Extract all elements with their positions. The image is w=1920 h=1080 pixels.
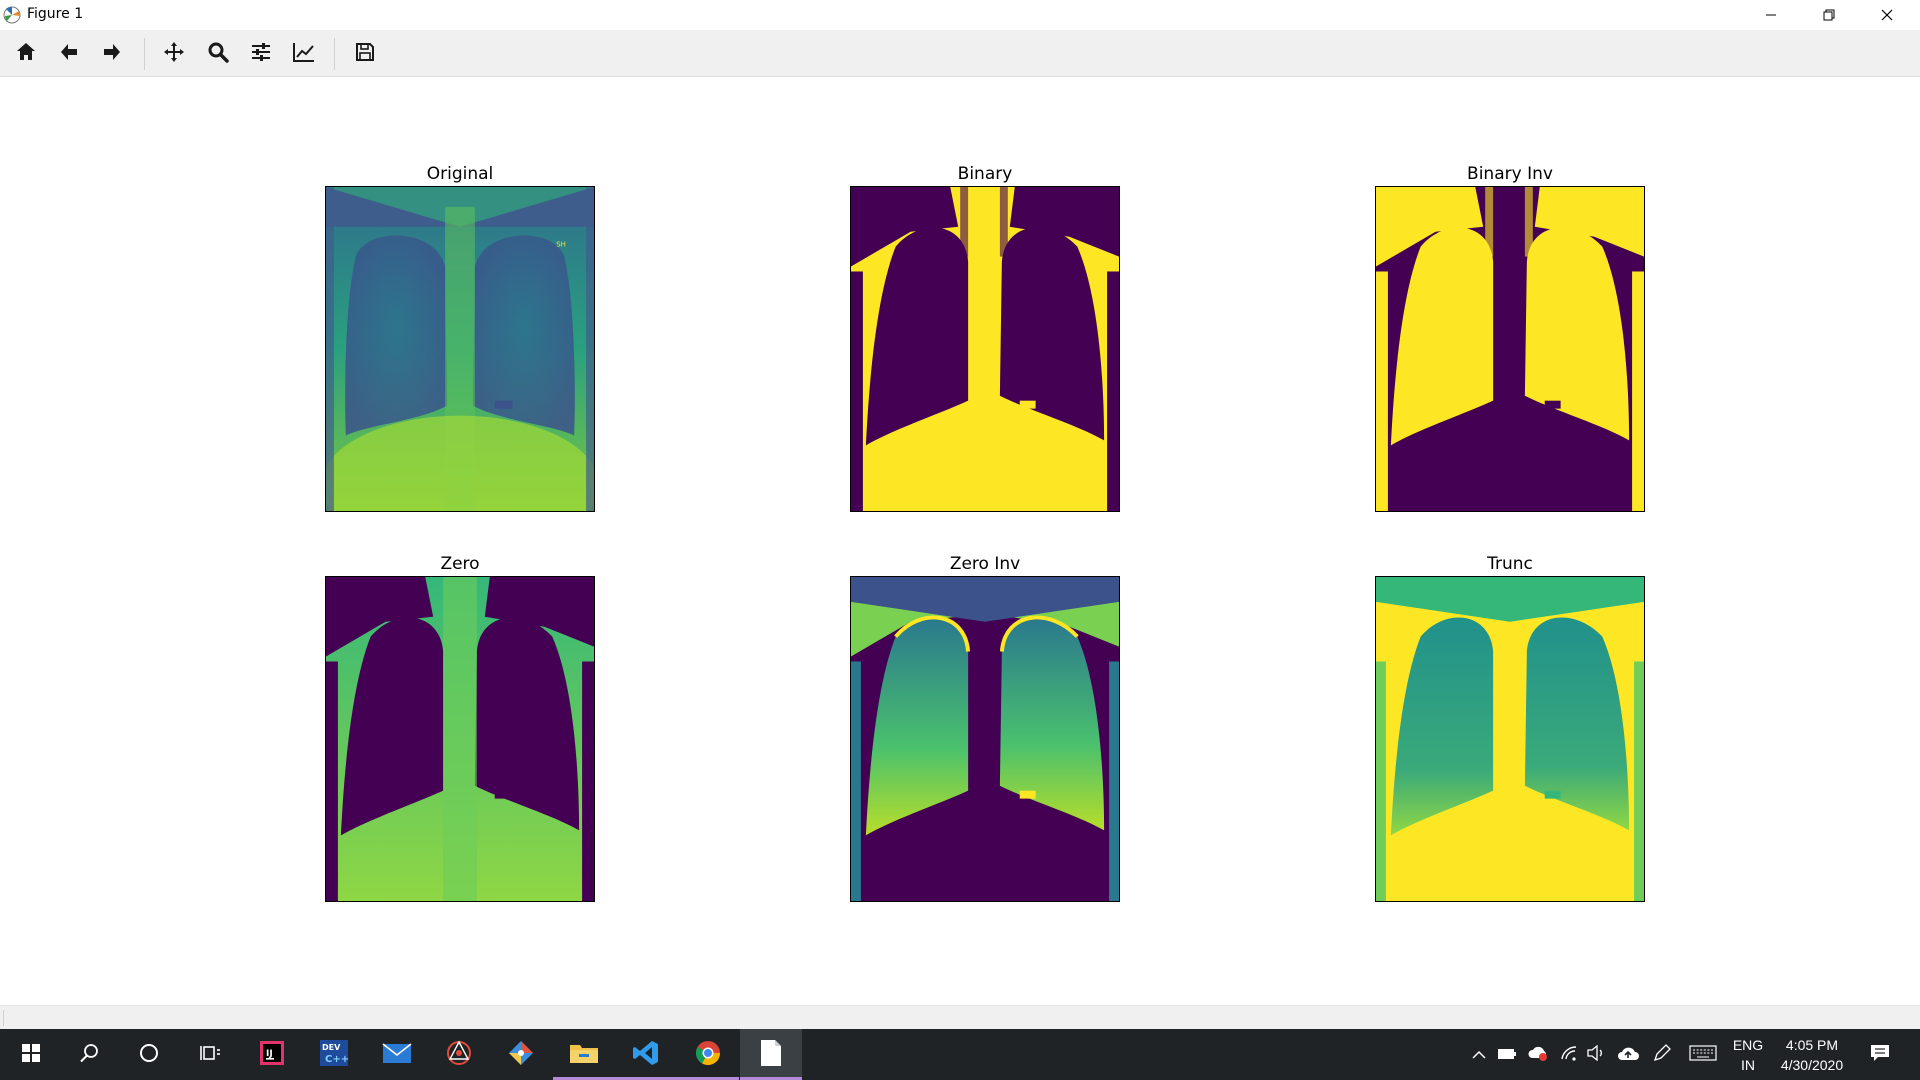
git-icon — [507, 1039, 535, 1071]
subplot-title: Binary — [957, 164, 1013, 184]
file-explorer-icon — [569, 1041, 599, 1069]
matplotlib-figure-icon — [2, 5, 22, 25]
tray-battery[interactable] — [1494, 1029, 1520, 1080]
home-icon — [15, 41, 37, 67]
tray-touch-keyboard[interactable] — [1686, 1029, 1720, 1080]
taskbar-app-chrome[interactable] — [677, 1029, 739, 1080]
intellij-idea-icon: IJ — [259, 1040, 285, 1070]
window-title-bar: Figure 1 — [0, 0, 1920, 30]
tray-wifi[interactable] — [1556, 1029, 1582, 1080]
subplot-image[interactable] — [850, 186, 1120, 512]
close-button[interactable] — [1858, 0, 1916, 30]
zoom-magnifier-icon — [207, 41, 229, 67]
forward-arrow-icon — [101, 41, 123, 67]
speaker-icon — [1587, 1044, 1607, 1065]
notification-icon — [1870, 1044, 1890, 1066]
language-region: IN — [1741, 1056, 1755, 1073]
mail-icon — [382, 1041, 412, 1069]
pan-button[interactable] — [158, 38, 190, 70]
restore-button[interactable] — [1800, 0, 1858, 30]
configure-subplots-icon — [250, 41, 272, 67]
cortana-button[interactable] — [118, 1029, 180, 1080]
back-button[interactable] — [53, 38, 85, 70]
close-icon — [1881, 6, 1893, 25]
cloud-alert-icon — [1527, 1044, 1549, 1066]
battery-icon — [1497, 1045, 1517, 1064]
subplot-title: Zero — [440, 554, 480, 574]
keyboard-icon — [1689, 1044, 1717, 1065]
taskbar-app-git[interactable] — [490, 1029, 552, 1080]
tray-onedrive[interactable] — [1614, 1029, 1642, 1080]
pen-workspace-icon — [1652, 1043, 1672, 1067]
clock-date: 4/30/2020 — [1780, 1056, 1844, 1073]
edit-axis-button[interactable] — [288, 38, 320, 70]
subplot-image[interactable] — [1375, 576, 1645, 902]
toolbar-separator — [334, 38, 335, 70]
svg-text:SH: SH — [556, 241, 566, 249]
svg-text:IJ: IJ — [266, 1049, 273, 1059]
cortana-circle-icon — [138, 1042, 160, 1068]
tray-pen[interactable] — [1648, 1029, 1676, 1080]
tray-show-hidden-button[interactable] — [1466, 1029, 1492, 1080]
taskbar-app-vscode[interactable] — [615, 1029, 677, 1080]
save-disk-icon — [354, 41, 376, 67]
pan-move-icon — [163, 41, 185, 67]
language-code: ENG — [1732, 1036, 1764, 1053]
taskbar-app-document[interactable] — [740, 1029, 802, 1080]
minimize-button[interactable] — [1742, 0, 1800, 30]
tray-language[interactable]: ENG IN — [1726, 1029, 1770, 1080]
edit-axis-icon — [292, 41, 316, 67]
subplot-title: Trunc — [1487, 554, 1533, 574]
wifi-icon — [1560, 1045, 1578, 1065]
document-icon — [760, 1039, 782, 1071]
status-divider — [3, 1010, 4, 1026]
subplot-image[interactable] — [850, 576, 1120, 902]
taskbar-search-button[interactable] — [58, 1029, 120, 1080]
chrome-icon — [694, 1039, 722, 1071]
tray-antivirus[interactable] — [1524, 1029, 1552, 1080]
status-bar — [0, 1005, 1920, 1029]
windows-taskbar: IJ DEV C++ ENG IN 4:05 PM 4/30/2020 — [0, 1029, 1920, 1080]
subplot-title: Binary Inv — [1467, 164, 1553, 184]
zoom-button[interactable] — [202, 38, 234, 70]
tray-clock[interactable]: 4:05 PM 4/30/2020 — [1774, 1029, 1850, 1080]
figure-canvas[interactable]: Original SH Binary Binary Inv Zero Zero … — [0, 77, 1920, 1005]
taskbar-app-mail[interactable] — [366, 1029, 428, 1080]
configure-subplots-button[interactable] — [245, 38, 277, 70]
forward-button[interactable] — [96, 38, 128, 70]
window-title: Figure 1 — [27, 6, 84, 22]
vscode-icon — [632, 1039, 660, 1071]
svg-text:DEV: DEV — [322, 1043, 341, 1052]
subplot-title: Zero Inv — [949, 554, 1021, 574]
toolbar-separator — [144, 38, 145, 70]
cloud-upload-icon — [1617, 1045, 1639, 1065]
svg-text:C++: C++ — [325, 1054, 349, 1065]
task-view-icon — [199, 1042, 221, 1068]
search-icon — [78, 1042, 100, 1068]
network-app-icon — [445, 1039, 473, 1071]
subplot-image[interactable]: SH — [325, 186, 595, 512]
save-button[interactable] — [349, 38, 381, 70]
restore-icon — [1823, 6, 1835, 25]
tray-volume[interactable] — [1584, 1029, 1610, 1080]
taskbar-app-devcpp[interactable]: DEV C++ — [303, 1029, 365, 1080]
subplot-title: Original — [426, 164, 494, 184]
windows-start-icon — [21, 1043, 41, 1067]
taskbar-app-network[interactable] — [428, 1029, 490, 1080]
back-arrow-icon — [58, 41, 80, 67]
clock-time: 4:05 PM — [1785, 1036, 1839, 1053]
minimize-icon — [1765, 6, 1777, 25]
dev-cpp-icon: DEV C++ — [319, 1039, 349, 1071]
taskbar-app-explorer[interactable] — [553, 1029, 615, 1080]
action-center-button[interactable] — [1860, 1029, 1900, 1080]
taskbar-app-intellij[interactable]: IJ — [241, 1029, 303, 1080]
home-button[interactable] — [10, 38, 42, 70]
start-button[interactable] — [0, 1029, 62, 1080]
chevron-up-icon — [1472, 1045, 1486, 1064]
task-view-button[interactable] — [179, 1029, 241, 1080]
subplot-image[interactable] — [1375, 186, 1645, 512]
matplotlib-toolbar — [0, 30, 1920, 77]
subplot-image[interactable] — [325, 576, 595, 902]
